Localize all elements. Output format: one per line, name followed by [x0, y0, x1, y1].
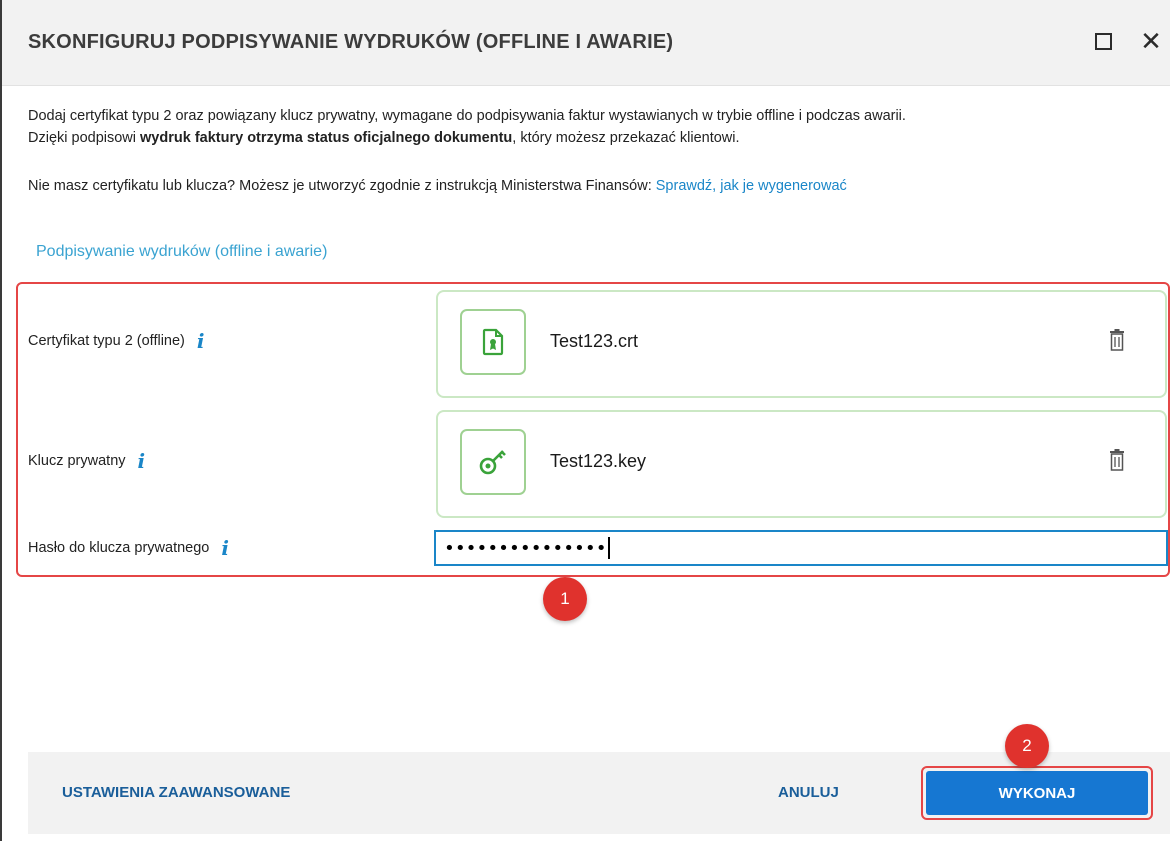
help-text-body: Nie masz certyfikatu lub klucza? Możesz … — [28, 178, 656, 194]
certificate-label: Certyfikat typu 2 (offline) — [28, 333, 185, 349]
intro-line-2-bold: wydruk faktury otrzyma status oficjalneg… — [140, 130, 513, 146]
private-key-file-card[interactable]: Test123.key — [436, 410, 1167, 518]
password-label: Hasło do klucza prywatnego — [28, 540, 210, 556]
private-key-password-input[interactable]: ••••••••••••••• — [434, 530, 1168, 566]
private-key-file-name: Test123.key — [550, 451, 647, 471]
password-value: ••••••••••••••• — [444, 537, 607, 559]
private-key-label: Klucz prywatny — [28, 453, 126, 469]
password-label-row: Hasło do klucza prywatnego i — [28, 538, 229, 558]
help-text: Nie masz certyfikatu lub klucza? Możesz … — [28, 175, 1158, 197]
delete-private-key-trash-icon[interactable] — [1109, 449, 1125, 471]
title-bar: SKONFIGURUJ PODPISYWANIE WYDRUKÓW (OFFLI… — [2, 0, 1170, 86]
generate-help-link[interactable]: Sprawdź, jak je wygenerować — [656, 178, 847, 194]
intro-text: Dodaj certyfikat typu 2 oraz powiązany k… — [28, 105, 1158, 149]
step-badge-1: 1 — [543, 577, 587, 621]
maximize-button[interactable] — [1090, 28, 1116, 54]
intro-line-2-start: Dzięki podpisowi — [28, 130, 141, 146]
execute-button[interactable]: WYKONAJ — [926, 771, 1148, 815]
certificate-label-row: Certyfikat typu 2 (offline) i — [28, 331, 205, 351]
certificate-file-name: Test123.crt — [550, 331, 639, 351]
delete-certificate-trash-icon[interactable] — [1109, 329, 1125, 351]
dialog-title: SKONFIGURUJ PODPISYWANIE WYDRUKÓW (OFFLI… — [28, 31, 674, 53]
close-button[interactable]: ✕ — [1138, 28, 1164, 54]
key-icon — [460, 429, 526, 495]
info-icon[interactable]: i — [138, 451, 146, 471]
dialog-footer: USTAWIENIA ZAAWANSOWANE ANULUJ WYKONAJ — [28, 752, 1170, 834]
maximize-icon — [1094, 32, 1112, 50]
advanced-settings-button[interactable]: USTAWIENIA ZAAWANSOWANE — [62, 784, 290, 801]
text-caret — [607, 537, 610, 559]
section-title: Podpisywanie wydruków (offline i awarie) — [36, 243, 328, 260]
intro-line-1: Dodaj certyfikat typu 2 oraz powiązany k… — [28, 108, 906, 124]
intro-line-2-end: , który możesz przekazać klientowi. — [512, 130, 740, 146]
info-icon[interactable]: i — [197, 331, 205, 351]
cancel-button[interactable]: ANULUJ — [778, 784, 839, 801]
info-icon[interactable]: i — [221, 538, 229, 558]
certificate-file-icon — [460, 309, 526, 375]
signing-config-dialog: SKONFIGURUJ PODPISYWANIE WYDRUKÓW (OFFLI… — [0, 0, 1170, 841]
certificate-file-card[interactable]: Test123.crt — [436, 290, 1167, 398]
private-key-label-row: Klucz prywatny i — [28, 451, 145, 471]
step-badge-2: 2 — [1005, 724, 1049, 768]
intro-line-2: Dzięki podpisowi wydruk faktury otrzyma … — [28, 127, 1158, 149]
close-icon: ✕ — [1140, 26, 1162, 56]
